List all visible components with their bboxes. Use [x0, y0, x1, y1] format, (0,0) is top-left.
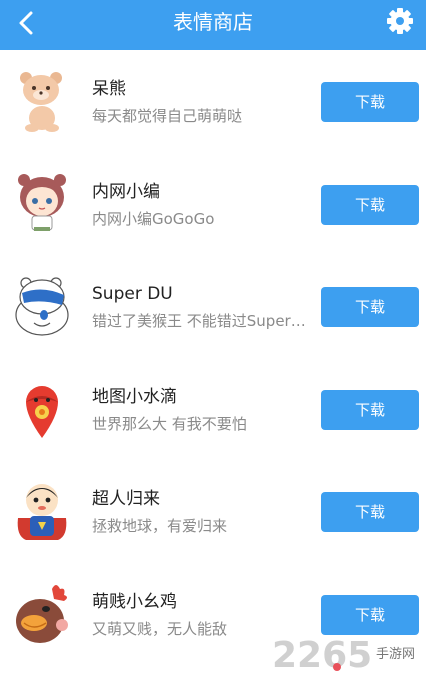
- download-button[interactable]: 下载: [321, 82, 419, 122]
- list-item[interactable]: 地图小水滴 世界那么大 有我不要怕 下载: [0, 358, 426, 461]
- item-desc: 内网小编GoGoGo: [92, 209, 215, 228]
- item-name: 内网小编: [92, 181, 160, 202]
- white-bear-sticker-icon: [15, 277, 69, 336]
- list-item[interactable]: Super DU 错过了美猴王 不能错过Super… 下载: [0, 255, 426, 358]
- gear-icon[interactable]: [384, 5, 416, 37]
- site-watermark: 2265 手游网: [272, 636, 422, 676]
- list-item[interactable]: 内网小编 内网小编GoGoGo 下载: [0, 153, 426, 256]
- item-name: 地图小水滴: [92, 386, 177, 407]
- girl-sticker-icon: [18, 173, 66, 231]
- item-desc: 每天都觉得自己萌萌哒: [92, 107, 243, 125]
- download-button[interactable]: 下载: [321, 492, 419, 533]
- item-name: 超人归来: [92, 489, 160, 510]
- page-title: 表情商店: [173, 10, 253, 34]
- download-button[interactable]: 下载: [321, 287, 419, 328]
- top-bar: 表情商店: [0, 0, 426, 50]
- item-name: 呆熊: [92, 79, 126, 99]
- item-desc: 拯救地球，有爱归来: [92, 517, 228, 536]
- chicken-sticker-icon: [16, 584, 68, 643]
- red-drop-sticker-icon: [26, 385, 58, 438]
- superman-sticker-icon: [17, 484, 67, 541]
- item-name: Super DU: [92, 284, 173, 305]
- download-button[interactable]: 下载: [321, 184, 419, 225]
- download-button[interactable]: 下载: [321, 389, 419, 430]
- watermark-site: 手游网: [376, 647, 416, 662]
- bear-sticker-icon: [20, 72, 62, 132]
- item-desc: 错过了美猴王 不能错过Super…: [92, 312, 306, 331]
- list-item[interactable]: 超人归来 拯救地球，有爱归来 下载: [0, 460, 426, 563]
- download-button[interactable]: 下载: [321, 594, 419, 635]
- sticker-list: 呆熊 每天都觉得自己萌萌哒 下载 内网小编 内网小编GoGoGo 下载 Supe…: [0, 50, 426, 666]
- item-name: 萌贱小幺鸡: [92, 591, 177, 612]
- watermark-number: 2265: [272, 635, 373, 676]
- item-desc: 又萌又贱，无人能敌: [92, 619, 228, 638]
- list-item[interactable]: 呆熊 每天都觉得自己萌萌哒 下载: [0, 50, 426, 153]
- watermark-dot: [333, 663, 341, 671]
- item-desc: 世界那么大 有我不要怕: [92, 414, 247, 433]
